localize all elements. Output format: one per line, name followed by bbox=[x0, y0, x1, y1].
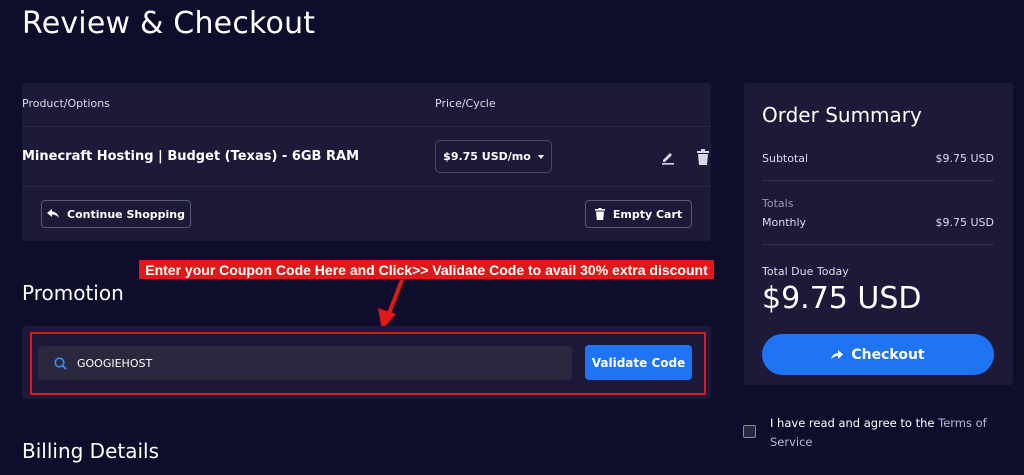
monthly-value: $9.75 USD bbox=[935, 216, 995, 229]
edit-icon[interactable] bbox=[660, 149, 676, 165]
continue-shopping-button[interactable]: Continue Shopping bbox=[41, 200, 191, 228]
column-header-price: Price/Cycle bbox=[435, 97, 496, 110]
empty-cart-button[interactable]: Empty Cart bbox=[585, 200, 692, 228]
cart-panel: Product/Options Price/Cycle Minecraft Ho… bbox=[22, 83, 711, 241]
subtotal-value: $9.75 USD bbox=[935, 152, 995, 165]
page-title: Review & Checkout bbox=[22, 6, 316, 41]
trash-icon bbox=[594, 208, 605, 220]
share-arrow-icon bbox=[831, 349, 844, 359]
annotation-arrow bbox=[378, 280, 404, 330]
chevron-down-icon bbox=[537, 154, 544, 159]
terms-text: I have read and agree to the Terms of Se… bbox=[770, 414, 1010, 452]
item-divider bbox=[22, 186, 711, 187]
checkout-label: Checkout bbox=[851, 346, 925, 363]
promo-annotation-banner: Enter your Coupon Code Here and Click>> … bbox=[139, 260, 714, 279]
coupon-code-input[interactable]: GOOGIEHOST bbox=[38, 346, 572, 380]
billing-cycle-value: $9.75 USD/mo bbox=[443, 150, 531, 163]
totals-label: Totals bbox=[762, 197, 794, 210]
trash-icon[interactable] bbox=[696, 149, 710, 165]
summary-divider bbox=[762, 180, 994, 181]
cart-item-name: Minecraft Hosting | Budget (Texas) - 6GB… bbox=[22, 149, 360, 164]
checkout-button[interactable]: Checkout bbox=[762, 334, 994, 375]
monthly-label: Monthly bbox=[762, 216, 807, 229]
billing-details-title: Billing Details bbox=[22, 439, 160, 463]
total-due-label: Total Due Today bbox=[762, 265, 849, 278]
promotion-title: Promotion bbox=[22, 281, 124, 305]
total-due-value: $9.75 USD bbox=[762, 281, 922, 316]
terms-checkbox[interactable] bbox=[743, 425, 756, 438]
undo-arrow-icon bbox=[47, 209, 59, 218]
column-header-product: Product/Options bbox=[22, 97, 110, 110]
continue-shopping-label: Continue Shopping bbox=[67, 207, 185, 221]
empty-cart-label: Empty Cart bbox=[612, 207, 683, 221]
header-divider bbox=[22, 126, 711, 127]
totals-divider bbox=[762, 244, 994, 245]
terms-label: I have read and agree to the bbox=[770, 416, 939, 430]
subtotal-label: Subtotal bbox=[762, 152, 809, 165]
billing-cycle-select[interactable]: $9.75 USD/mo bbox=[435, 140, 552, 173]
validate-code-button[interactable]: Validate Code bbox=[585, 345, 692, 380]
search-icon bbox=[54, 356, 67, 370]
order-summary-title: Order Summary bbox=[762, 103, 922, 127]
coupon-code-value: GOOGIEHOST bbox=[77, 356, 153, 370]
